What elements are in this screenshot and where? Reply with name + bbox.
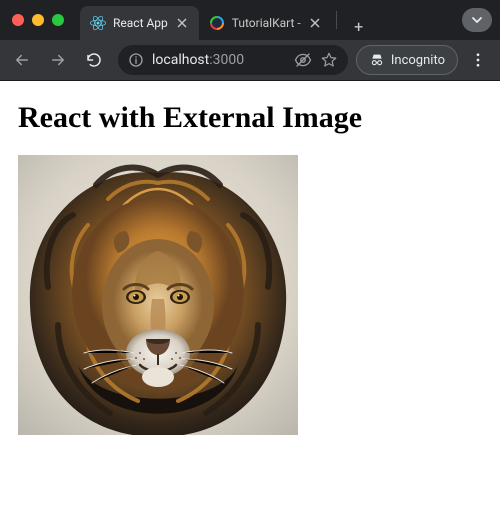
external-image <box>18 155 298 435</box>
forward-button[interactable] <box>42 44 74 76</box>
incognito-label: Incognito <box>391 53 445 68</box>
toolbar: localhost:3000 Incognito <box>0 40 500 80</box>
window-close-button[interactable] <box>12 14 24 26</box>
browser-chrome: React App TutorialKart - + <box>0 0 500 81</box>
window-minimize-button[interactable] <box>32 14 44 26</box>
tab-strip: React App TutorialKart - + <box>80 0 500 40</box>
tab-tutorialkart[interactable]: TutorialKart - <box>199 6 332 40</box>
forward-icon <box>49 51 67 69</box>
window-zoom-button[interactable] <box>52 14 64 26</box>
reload-icon <box>85 51 103 69</box>
tab-react-app[interactable]: React App <box>80 6 199 40</box>
incognito-icon <box>369 52 385 68</box>
tab-separator <box>336 11 337 29</box>
page-content: React with External Image <box>0 81 500 455</box>
page-heading: React with External Image <box>18 101 482 135</box>
browser-menu-button[interactable] <box>462 44 494 76</box>
url-text: localhost:3000 <box>152 52 244 68</box>
plus-icon: + <box>354 17 363 36</box>
react-logo-icon <box>90 15 106 31</box>
url-path: :3000 <box>209 52 244 68</box>
visibility-off-icon[interactable] <box>294 51 312 69</box>
bookmark-star-icon[interactable] <box>320 51 338 69</box>
tab-label: React App <box>113 16 168 30</box>
site-info-icon <box>128 52 144 68</box>
titlebar: React App TutorialKart - + <box>0 0 500 40</box>
new-tab-button[interactable]: + <box>345 12 373 40</box>
tab-label: TutorialKart - <box>232 16 301 30</box>
kebab-menu-icon <box>469 51 487 69</box>
close-icon[interactable] <box>308 16 322 30</box>
window-controls <box>12 14 64 26</box>
chevron-down-icon <box>470 13 484 27</box>
url-host: localhost <box>152 52 209 68</box>
window-tabs-dropdown[interactable] <box>462 8 492 32</box>
close-icon[interactable] <box>175 16 189 30</box>
reload-button[interactable] <box>78 44 110 76</box>
tutorialkart-logo-icon <box>209 15 225 31</box>
address-bar[interactable]: localhost:3000 <box>118 45 348 75</box>
incognito-indicator[interactable]: Incognito <box>356 45 458 75</box>
back-button[interactable] <box>6 44 38 76</box>
back-icon <box>13 51 31 69</box>
